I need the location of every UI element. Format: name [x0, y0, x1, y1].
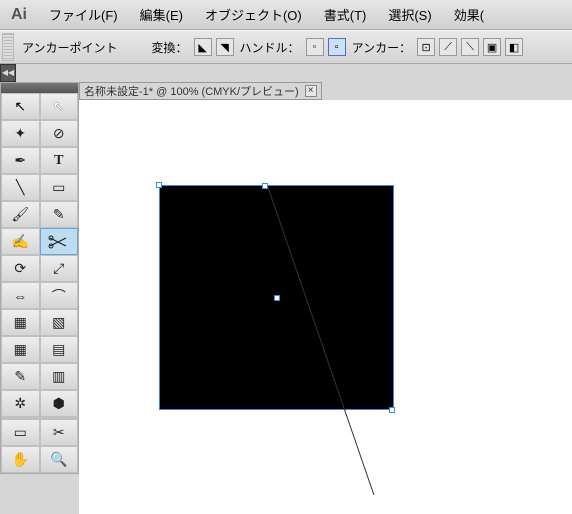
center-point[interactable] — [274, 295, 280, 301]
slice-tool[interactable]: ✂ — [40, 419, 79, 446]
workspace: ◀◀ ↖ ↖ ✦ ⊘ ✒ T ╲ ▭ 🖌 ✎ ✍ ⟳ ⤢ ⇔ ⌒ ▦ ▧ ▦ ▤… — [0, 64, 572, 514]
menu-object[interactable]: オブジェクト(O) — [194, 5, 313, 24]
artboard-tool[interactable]: ▭ — [1, 419, 40, 446]
document-tab[interactable]: 名称未設定-1* @ 100% (CMYK/プレビュー) × — [79, 82, 322, 100]
cut-path — [267, 186, 374, 496]
shape-builder-tool[interactable]: ▦ — [1, 309, 40, 336]
anchor-point-label: アンカーポイント — [16, 39, 124, 56]
magic-wand-tool[interactable]: ✦ — [1, 120, 40, 147]
menu-select[interactable]: 選択(S) — [377, 5, 442, 24]
menu-effect[interactable]: 効果( — [443, 5, 495, 24]
hand-tool[interactable]: ✋ — [1, 446, 40, 473]
panel-collapse-button[interactable]: ◀◀ — [0, 64, 16, 82]
scale-tool[interactable]: ⤢ — [40, 255, 79, 282]
menu-bar: Ai ファイル(F) 編集(E) オブジェクト(O) 書式(T) 選択(S) 効… — [0, 0, 572, 30]
direct-select-tool[interactable]: ↖ — [40, 93, 79, 120]
handle-label: ハンドル： — [234, 39, 306, 56]
line-tool[interactable]: ╲ — [1, 174, 40, 201]
toolbox: ↖ ↖ ✦ ⊘ ✒ T ╲ ▭ 🖌 ✎ ✍ ⟳ ⤢ ⇔ ⌒ ▦ ▧ ▦ ▤ ✎ … — [0, 82, 79, 474]
anchor-opt4-icon[interactable]: ▣ — [483, 38, 501, 56]
anchor-label: アンカー： — [346, 39, 418, 56]
gradient-tool[interactable]: ▤ — [40, 336, 79, 363]
document-tab-title: 名称未設定-1* @ 100% (CMYK/プレビュー) — [84, 83, 299, 99]
convert-corner-icon[interactable]: ◣ — [194, 38, 212, 56]
eyedropper-tool[interactable]: ✎ — [1, 363, 40, 390]
handle-show-icon[interactable]: ◦ — [306, 38, 324, 56]
tab-close-button[interactable]: × — [305, 85, 317, 97]
rectangle-tool[interactable]: ▭ — [40, 174, 79, 201]
blob-brush-tool[interactable]: ✍ — [1, 228, 40, 255]
brush-tool[interactable]: 🖌 — [1, 201, 40, 228]
pencil-tool[interactable]: ✎ — [40, 201, 79, 228]
handle-tm[interactable] — [262, 183, 268, 189]
menu-file[interactable]: ファイル(F) — [38, 5, 129, 24]
canvas[interactable] — [79, 100, 572, 514]
anchor-opt2-icon[interactable]: ⟋ — [439, 38, 457, 56]
document-tabs: 名称未設定-1* @ 100% (CMYK/プレビュー) × — [79, 82, 572, 100]
handle-br[interactable] — [389, 407, 395, 413]
convert-label: 変換： — [146, 39, 194, 56]
pen-tool[interactable]: ✒ — [1, 147, 40, 174]
width-tool[interactable]: ⇔ — [1, 282, 40, 309]
rotate-tool[interactable]: ⟳ — [1, 255, 40, 282]
scissors-icon — [48, 235, 70, 249]
live-paint-tool[interactable]: ▧ — [40, 309, 79, 336]
options-bar: アンカーポイント 変換： ◣ ◥ ハンドル： ◦ ▫ アンカー： ⊡ ⟋ ⟍ ▣… — [0, 30, 572, 64]
anchor-opt1-icon[interactable]: ⊡ — [417, 38, 435, 56]
anchor-opt5-icon[interactable]: ◧ — [505, 38, 523, 56]
app-logo: Ai — [0, 6, 38, 24]
blend-tool[interactable]: ▥ — [40, 363, 79, 390]
symbol-tool[interactable]: ✲ — [1, 390, 40, 417]
eraser-tool[interactable] — [40, 228, 79, 255]
zoom-tool[interactable]: 🔍 — [40, 446, 79, 473]
graph-tool[interactable]: ⬢ — [40, 390, 79, 417]
menu-type[interactable]: 書式(T) — [313, 5, 378, 24]
selection-tool[interactable]: ↖ — [1, 93, 40, 120]
anchor-opt3-icon[interactable]: ⟍ — [461, 38, 479, 56]
toolbox-titlebar[interactable] — [1, 83, 78, 93]
lasso-tool[interactable]: ⊘ — [40, 120, 79, 147]
type-tool[interactable]: T — [40, 147, 79, 174]
menu-edit[interactable]: 編集(E) — [129, 5, 194, 24]
warp-tool[interactable]: ⌒ — [40, 282, 79, 309]
optbar-grip[interactable] — [2, 33, 14, 61]
handle-tl[interactable] — [156, 182, 162, 188]
mesh-tool[interactable]: ▦ — [1, 336, 40, 363]
convert-smooth-icon[interactable]: ◥ — [216, 38, 234, 56]
handle-hide-icon[interactable]: ▫ — [328, 38, 346, 56]
